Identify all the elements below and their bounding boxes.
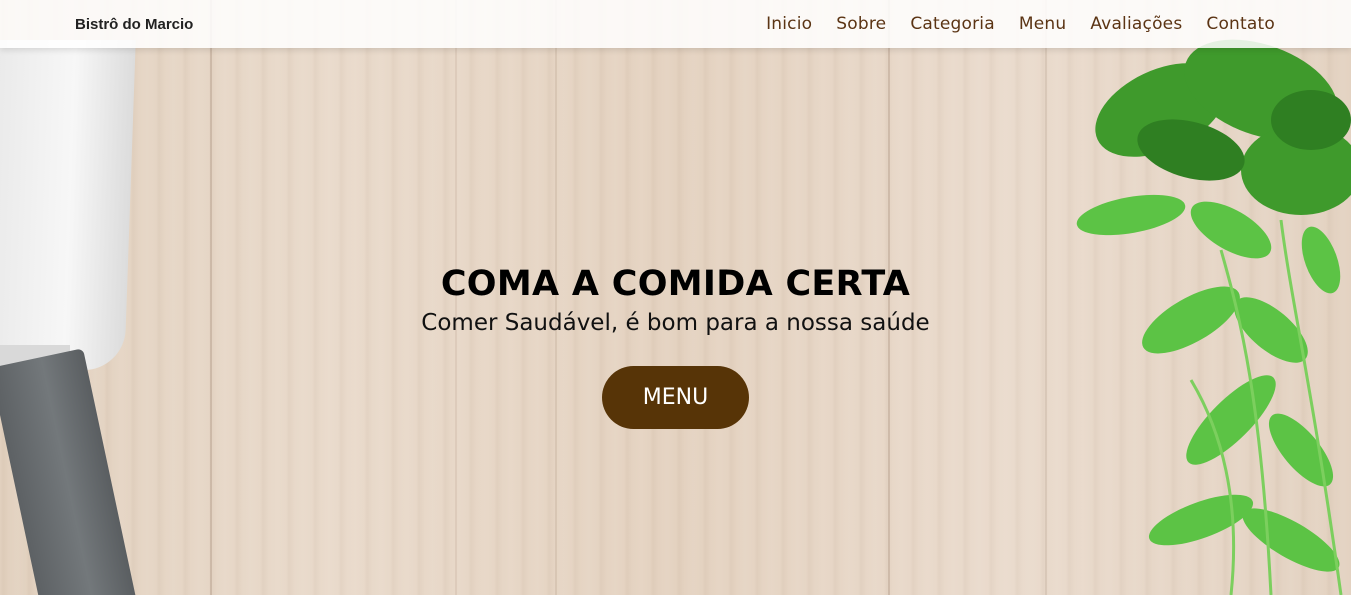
main-nav: Inicio Sobre Categoria Menu Avaliações C… (766, 14, 1275, 34)
nav-link-categoria[interactable]: Categoria (910, 14, 995, 34)
nav-link-avaliacoes[interactable]: Avaliações (1090, 14, 1182, 34)
nav-link-menu[interactable]: Menu (1019, 14, 1066, 34)
site-logo[interactable]: Bistrô do Marcio (75, 16, 193, 33)
hero-title: COMA A COMIDA CERTA (440, 264, 911, 304)
menu-button[interactable]: MENU (602, 366, 749, 429)
nav-link-inicio[interactable]: Inicio (766, 14, 812, 34)
nav-link-sobre[interactable]: Sobre (836, 14, 886, 34)
hero-section: COMA A COMIDA CERTA Comer Saudável, é bo… (0, 264, 1351, 429)
site-header: Bistrô do Marcio Inicio Sobre Categoria … (0, 0, 1351, 48)
hero-subtitle: Comer Saudável, é bom para a nossa saúde (421, 310, 930, 336)
nav-link-contato[interactable]: Contato (1206, 14, 1275, 34)
